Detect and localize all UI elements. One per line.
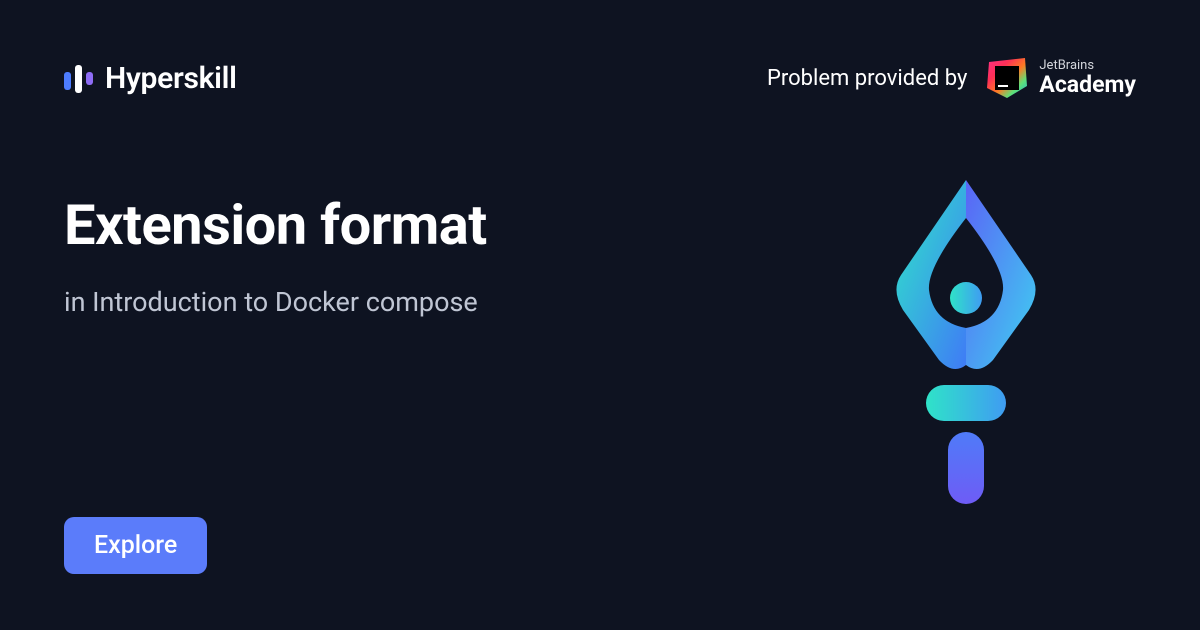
page-title: Extension format <box>64 192 836 258</box>
jetbrains-icon <box>985 56 1029 100</box>
brand-logo: Hyperskill <box>64 61 237 96</box>
explore-button[interactable]: Explore <box>64 517 207 574</box>
page-subtitle: in Introduction to Docker compose <box>64 286 836 318</box>
provider-company-big: Academy <box>1039 73 1136 97</box>
provider-block: Problem provided by <box>767 56 1136 100</box>
provider-brand: JetBrains Academy <box>985 56 1136 100</box>
provider-prefix: Problem provided by <box>767 66 967 91</box>
hyperskill-icon <box>64 63 93 93</box>
decorative-illustration <box>836 170 1096 510</box>
provider-company-small: JetBrains <box>1039 59 1136 73</box>
brand-name: Hyperskill <box>105 61 237 96</box>
